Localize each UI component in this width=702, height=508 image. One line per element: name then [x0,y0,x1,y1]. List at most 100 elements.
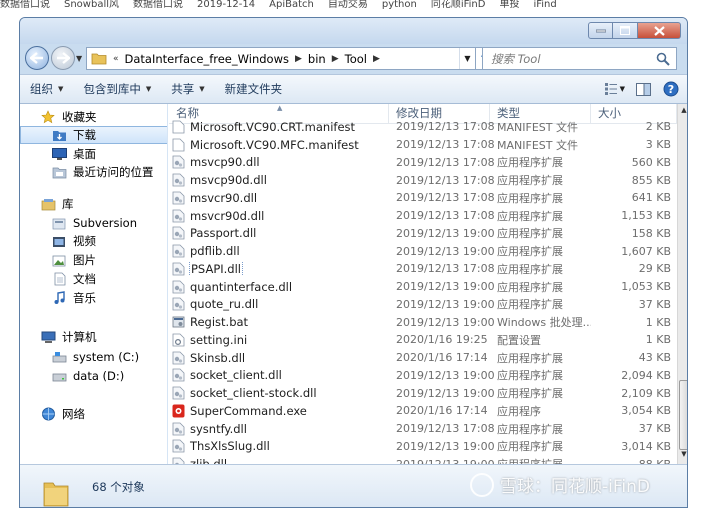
dll-icon [172,191,185,205]
file-name-cell[interactable]: quote_ru.dll [169,297,389,311]
nav-subversion[interactable]: Subversion [20,214,167,232]
file-row[interactable]: quote_ru.dll 2019/12/13 19:00 应用程序扩展 37 KB [169,296,677,314]
desktop-icon-label[interactable]: 数据借口说 [133,0,183,10]
search-input[interactable]: 搜索 Tool [482,47,677,70]
vertical-scrollbar[interactable]: ▲ ▼ [677,104,687,464]
address-dropdown[interactable]: ▼ [459,48,475,69]
nav-favorites[interactable]: 收藏夹 [20,108,167,126]
nav-videos[interactable]: 视频 [20,232,167,250]
file-name-cell[interactable]: Skinsb.dll [169,351,389,365]
desktop-icon-label[interactable]: iFind [533,0,556,10]
file-name: Regist.bat [190,315,249,330]
address-overflow-chevron[interactable]: « [113,54,119,64]
file-row[interactable]: zlib.dll2019/12/13 19:00应用程序扩展88 KB [169,455,677,464]
breadcrumb-separator-icon[interactable]: ▶ [295,54,302,64]
nav-downloads[interactable]: 下载 [20,126,167,144]
file-name-cell[interactable]: SuperCommand.exe [169,404,389,418]
file-row[interactable]: Microsoft.VC90.CRT.manifest 2019/12/13 17… [169,118,677,136]
forward-button[interactable] [51,46,75,70]
file-name-cell[interactable]: Passport.dll [169,226,389,240]
file-name-cell[interactable]: pdflib.dll [169,244,389,258]
file-name-cell[interactable]: PSAPI.dll [169,261,389,276]
file-row[interactable]: msvcr90.dll 2019/12/13 17:08 应用程序扩展 641 KB [169,189,677,207]
file-name-cell[interactable]: msvcr90d.dll [169,209,389,223]
breadcrumb-separator-icon[interactable]: ▶ [373,54,380,64]
preview-pane-button[interactable] [633,80,653,98]
file-row[interactable]: sysntfy.dll 2019/12/13 17:08 应用程序扩展 37 KB [169,420,677,438]
desktop-icon-label[interactable]: 单投 [499,0,519,10]
nav-network[interactable]: 网络 [20,405,167,423]
file-name-cell[interactable]: socket_client-stock.dll [169,386,389,400]
search-icon[interactable] [656,52,670,66]
nav-documents[interactable]: 文档 [20,270,167,288]
desktop-icon-label[interactable]: ApiBatch [269,0,314,10]
file-name-cell[interactable]: ThsXlsSlug.dll [169,439,389,453]
file-row[interactable]: socket_client.dll 2019/12/13 19:00 应用程序扩展 2… [169,367,677,385]
file-row[interactable]: Regist.bat 2019/12/13 19:00 Windows 批处理...… [169,313,677,331]
file-row[interactable]: msvcr90d.dll 2019/12/13 17:08 应用程序扩展 1,153 … [169,207,677,225]
desktop-icon-label[interactable]: 数据借口说 [0,0,50,10]
file-row[interactable]: ThsXlsSlug.dll 2019/12/13 19:00 应用程序扩展 3,01… [169,438,677,456]
file-row[interactable]: Microsoft.VC90.MFC.manifest 2019/12/13 17… [169,136,677,154]
file-row[interactable]: setting.ini 2020/1/16 19:25 配置设置 1 KB [169,331,677,349]
scroll-up-icon[interactable]: ▲ [679,106,687,118]
scroll-down-icon[interactable]: ▼ [679,450,687,462]
file-name-cell[interactable]: msvcp90.dll [169,155,389,169]
breadcrumb-datainterface[interactable]: DataInterface_free_Windows [125,52,289,66]
nav-recent-places[interactable]: 最近访问的位置 [20,163,167,181]
nav-drive-d[interactable]: data (D:) [20,367,167,385]
desktop-icon-label[interactable]: python [382,0,417,10]
help-button[interactable]: ? [661,80,681,98]
address-bar[interactable]: « DataInterface_free_Windows ▶ bin ▶ Too… [86,47,476,70]
share-menu[interactable]: 共享 ▼ [161,75,214,103]
file-name-cell[interactable]: quantinterface.dll [169,280,389,294]
star-icon [40,110,56,124]
file-name-cell[interactable]: socket_client.dll [169,368,389,382]
breadcrumb-tool[interactable]: Tool [345,52,367,66]
maximize-button[interactable] [613,22,638,39]
scrollbar-thumb[interactable] [679,380,687,450]
file-name-cell[interactable]: msvcr90.dll [169,191,389,205]
desktop-icon-label[interactable]: 同花顺iFinD [431,0,486,10]
file-name-cell[interactable]: msvcp90d.dll [169,173,389,187]
title-bar[interactable] [20,18,687,44]
include-in-library-menu[interactable]: 包含到库中 ▼ [73,75,161,103]
back-button[interactable] [25,46,49,70]
recent-pages-dropdown-icon[interactable]: ▼ [76,54,82,63]
file-name-cell[interactable]: Regist.bat [169,315,389,329]
file-row[interactable]: PSAPI.dll 2019/12/13 17:08 应用程序扩展 29 KB [169,260,677,278]
dll-icon [172,297,185,311]
organize-menu[interactable]: 组织 ▼ [20,75,73,103]
nav-drive-c[interactable]: system (C:) [20,348,167,366]
nav-music[interactable]: 音乐 [20,289,167,307]
desktop-icon-label[interactable]: Snowball风 [64,0,119,10]
file-name-cell[interactable]: sysntfy.dll [169,422,389,436]
nav-desktop[interactable]: 桌面 [20,145,167,163]
nav-libraries[interactable]: 库 [20,195,167,213]
nav-pictures[interactable]: 图片 [20,251,167,269]
desktop-icon-label[interactable]: 2019-12-14 [197,0,255,10]
file-row[interactable]: pdflib.dll 2019/12/13 19:00 应用程序扩展 1,607 KB [169,242,677,260]
breadcrumb-bin[interactable]: bin [308,52,326,66]
file-row[interactable]: SuperCommand.exe 2020/1/16 17:14 应用程序 3,054… [169,402,677,420]
file-name-cell[interactable]: setting.ini [169,333,389,347]
share-label: 共享 [171,82,195,96]
change-view-button[interactable]: ▼ [605,80,625,98]
exe-icon [172,404,185,418]
close-button[interactable] [638,22,681,39]
desktop-icon-label[interactable]: 自动交易 [328,0,368,10]
file-row[interactable]: quantinterface.dll 2019/12/13 19:00 应用程序扩展… [169,278,677,296]
file-row[interactable]: Skinsb.dll 2020/1/16 17:14 应用程序扩展 43 KB [169,349,677,367]
file-name-cell[interactable]: Microsoft.VC90.MFC.manifest [169,138,389,152]
file-name-cell[interactable]: zlib.dll [169,457,389,464]
file-row[interactable]: socket_client-stock.dll 2019/12/13 19:00 应… [169,384,677,402]
file-name-cell[interactable]: Microsoft.VC90.CRT.manifest [169,120,389,134]
new-folder-button[interactable]: 新建文件夹 [215,75,293,103]
breadcrumb-separator-icon[interactable]: ▶ [332,54,339,64]
nav-computer[interactable]: 计算机 [20,328,167,346]
minimize-button[interactable] [588,22,613,39]
file-row[interactable]: Passport.dll 2019/12/13 19:00 应用程序扩展 158 KB [169,225,677,243]
new-folder-label: 新建文件夹 [224,82,283,96]
file-row[interactable]: msvcp90d.dll 2019/12/13 17:08 应用程序扩展 855 KB [169,171,677,189]
file-row[interactable]: msvcp90.dll 2019/12/13 17:08 应用程序扩展 560 KB [169,154,677,172]
